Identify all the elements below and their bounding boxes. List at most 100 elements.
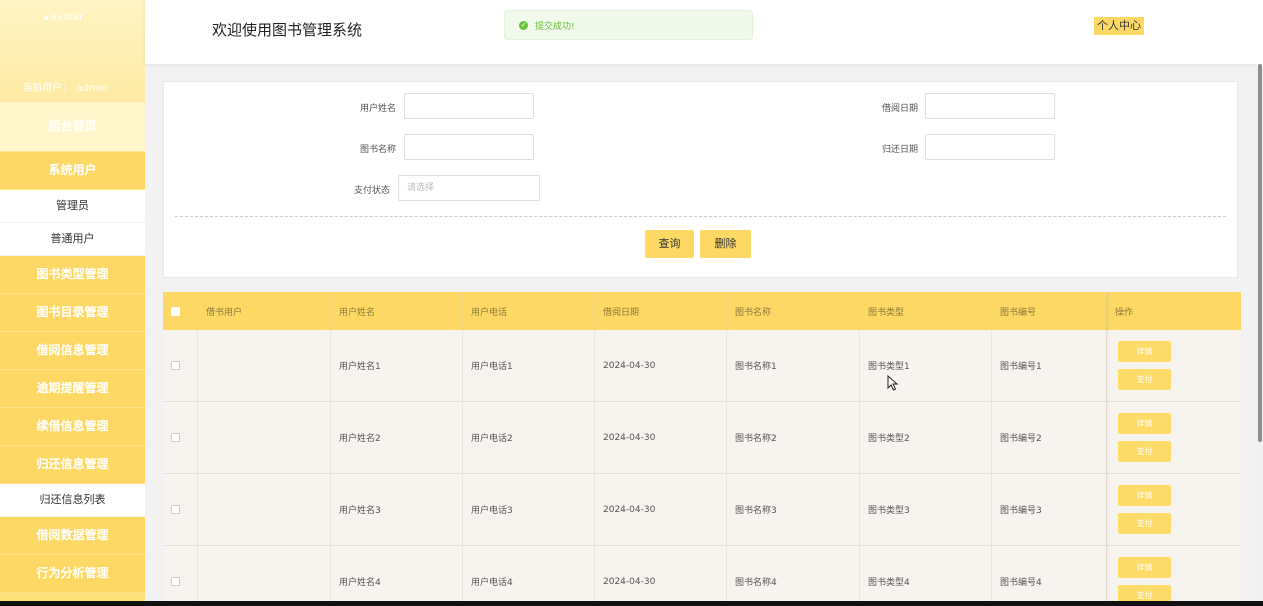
sidebar-group-return[interactable]: 归还信息管理 (0, 446, 145, 484)
scrollbar-thumb[interactable] (1258, 64, 1262, 442)
cell-date: 2024-04-30 (595, 330, 727, 401)
sidebar-item-home[interactable]: 后台首页 (0, 102, 145, 152)
table-row: 用户姓名3 用户电话3 2024-04-30 图书名称3 图书类型3 图书编号3… (163, 474, 1241, 546)
cell-name: 用户姓名4 (331, 546, 463, 606)
cell-borrower (198, 546, 331, 606)
cell-type: 图书类型2 (860, 402, 992, 473)
row-checkbox[interactable] (171, 361, 180, 370)
cell-book: 图书名称4 (727, 546, 860, 606)
table-row: 用户姓名2 用户电话2 2024-04-30 图书名称2 图书类型2 图书编号2… (163, 402, 1241, 474)
cell-type: 图书类型4 (860, 546, 992, 606)
return-date-label: 归还日期 (881, 145, 918, 155)
cell-book: 图书名称2 (727, 402, 860, 473)
profile-button[interactable]: 个人中心 (1094, 17, 1144, 35)
detail-button[interactable]: 详情 (1118, 557, 1171, 578)
fixed-column-shadow (1106, 292, 1110, 606)
sidebar-item-return-list[interactable]: 归还信息列表 (0, 484, 145, 517)
cell-actions: 详情 支付 (1107, 330, 1241, 401)
column-header: 操作 (1115, 307, 1134, 318)
cell-code: 图书编号3 (992, 474, 1107, 545)
cell-date: 2024-04-30 (595, 546, 727, 606)
cell-actions: 详情 支付 (1107, 546, 1241, 606)
pay-button[interactable]: 支付 (1118, 513, 1171, 534)
sidebar: ▪ avatar 当前用户： admin 后台首页 系统用户 管理员 普通用户 图书… (0, 0, 145, 606)
delete-button[interactable]: 删除 (700, 230, 751, 258)
cell-code: 图书编号1 (992, 330, 1107, 401)
cell-phone: 用户电话2 (463, 402, 595, 473)
query-button[interactable]: 查询 (645, 230, 694, 258)
sidebar-item-normal-user[interactable]: 普通用户 (0, 223, 145, 256)
success-toast: ✓ 提交成功! (504, 10, 753, 40)
cell-name: 用户姓名2 (331, 402, 463, 473)
sidebar-group-book-types[interactable]: 图书类型管理 (0, 256, 145, 294)
column-header[interactable]: 用户电话 (463, 292, 595, 330)
return-date-input[interactable] (925, 134, 1055, 160)
cell-name: 用户姓名3 (331, 474, 463, 545)
table-row: 用户姓名4 用户电话4 2024-04-30 图书名称4 图书类型4 图书编号4… (163, 546, 1241, 606)
user-name-input[interactable] (404, 93, 534, 119)
cell-book: 图书名称1 (727, 330, 860, 401)
cell-borrower (198, 474, 331, 545)
cell-actions: 详情 支付 (1107, 402, 1241, 473)
column-header[interactable]: 图书名称 (727, 292, 860, 330)
sidebar-group-overdue[interactable]: 逾期提醒管理 (0, 370, 145, 408)
book-name-input[interactable] (404, 134, 534, 160)
cell-code: 图书编号2 (992, 402, 1107, 473)
row-checkbox[interactable] (171, 577, 180, 586)
avatar: ▪ avatar (44, 12, 84, 23)
cell-phone: 用户电话3 (463, 474, 595, 545)
borrow-date-input[interactable] (925, 93, 1055, 119)
row-select-cell (163, 402, 198, 473)
detail-button[interactable]: 详情 (1118, 413, 1171, 434)
row-checkbox[interactable] (171, 433, 180, 442)
cell-actions: 详情 支付 (1107, 474, 1241, 545)
cell-borrower (198, 402, 331, 473)
divider (175, 216, 1226, 217)
column-header[interactable]: 借书用户 (198, 292, 331, 330)
sidebar-item-admin[interactable]: 管理员 (0, 190, 145, 223)
toast-message: 提交成功! (535, 21, 575, 32)
cell-code: 图书编号4 (992, 546, 1107, 606)
cell-phone: 用户电话1 (463, 330, 595, 401)
sidebar-group-behavior[interactable]: 行为分析管理 (0, 555, 145, 593)
detail-button[interactable]: 详情 (1118, 485, 1171, 506)
search-panel: 用户姓名 借阅日期 图书名称 归还日期 支付状态 请选择 查询 删除 (163, 81, 1238, 278)
user-name-label: 用户姓名 (359, 104, 396, 114)
table-row: 用户姓名1 用户电话1 2024-04-30 图书名称1 图书类型1 图书编号1… (163, 330, 1241, 402)
column-header[interactable]: 图书类型 (860, 292, 992, 330)
header: 欢迎使用图书管理系统 ✓ 提交成功! 个人中心 (145, 0, 1263, 64)
mouse-pointer-icon (887, 375, 899, 391)
current-user-name: admin (76, 83, 108, 94)
sidebar-group-borrow-info[interactable]: 借阅信息管理 (0, 332, 145, 370)
cell-date: 2024-04-30 (595, 474, 727, 545)
sidebar-group-system-users[interactable]: 系统用户 (0, 152, 145, 190)
row-select-cell (163, 546, 198, 606)
sidebar-group-borrow-data[interactable]: 借阅数据管理 (0, 517, 145, 555)
detail-button[interactable]: 详情 (1118, 341, 1171, 362)
data-table: 借书用户 用户姓名 用户电话 借阅日期 图书名称 图书类型 图书编号 操作 用户… (163, 292, 1241, 606)
column-header[interactable]: 图书编号 (992, 292, 1107, 330)
cell-name: 用户姓名1 (331, 330, 463, 401)
borrow-date-label: 借阅日期 (881, 104, 918, 114)
cell-borrower (198, 330, 331, 401)
pay-status-label: 支付状态 (353, 186, 390, 196)
column-header[interactable]: 借阅日期 (595, 292, 727, 330)
sidebar-group-renew[interactable]: 续借信息管理 (0, 408, 145, 446)
window-bottom-edge (0, 601, 1263, 606)
select-all-cell (163, 292, 198, 330)
page-title: 欢迎使用图书管理系统 (212, 21, 363, 39)
cell-book: 图书名称3 (727, 474, 860, 545)
pay-button[interactable]: 支付 (1118, 441, 1171, 462)
current-user: 当前用户： admin (18, 79, 107, 94)
sidebar-group-book-catalog[interactable]: 图书目录管理 (0, 294, 145, 332)
column-header[interactable]: 用户姓名 (331, 292, 463, 330)
pay-button[interactable]: 支付 (1118, 369, 1171, 390)
select-all-checkbox[interactable] (171, 306, 180, 316)
row-select-cell (163, 330, 198, 401)
row-checkbox[interactable] (171, 505, 180, 514)
avatar-alt-text: avatar (50, 12, 84, 23)
sidebar-header: ▪ avatar 当前用户： admin (0, 0, 145, 102)
book-name-label: 图书名称 (359, 145, 396, 155)
pay-status-select[interactable]: 请选择 (398, 175, 540, 201)
cell-type: 图书类型3 (860, 474, 992, 545)
